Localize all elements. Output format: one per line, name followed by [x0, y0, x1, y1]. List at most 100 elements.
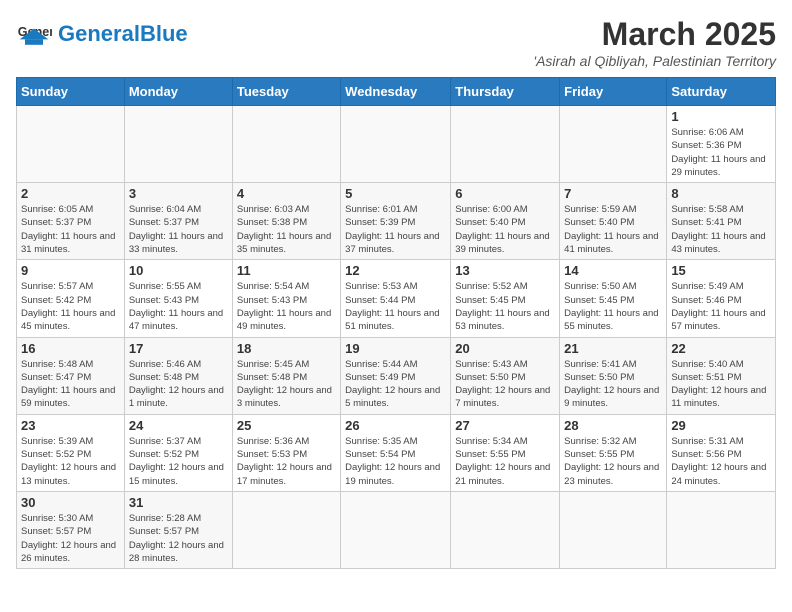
- day-info: Sunrise: 5:32 AM Sunset: 5:55 PM Dayligh…: [564, 435, 662, 488]
- day-cell: [232, 106, 340, 183]
- day-cell: [451, 491, 560, 568]
- day-cell: 31 Sunrise: 5:28 AM Sunset: 5:57 PM Dayli…: [124, 491, 232, 568]
- day-cell: [232, 491, 340, 568]
- day-cell: 26 Sunrise: 5:35 AM Sunset: 5:54 PM Dayli…: [341, 414, 451, 491]
- page-header: General GeneralBlue March 2025 'Asirah a…: [16, 16, 776, 69]
- day-info: Sunrise: 5:34 AM Sunset: 5:55 PM Dayligh…: [455, 435, 555, 488]
- week-row-5: 23 Sunrise: 5:39 AM Sunset: 5:52 PM Dayli…: [17, 414, 776, 491]
- day-info: Sunrise: 5:58 AM Sunset: 5:41 PM Dayligh…: [671, 203, 771, 256]
- day-info: Sunrise: 5:41 AM Sunset: 5:50 PM Dayligh…: [564, 358, 662, 411]
- day-cell: 10 Sunrise: 5:55 AM Sunset: 5:43 PM Dayli…: [124, 260, 232, 337]
- day-number: 5: [345, 186, 446, 201]
- logo-text: GeneralBlue: [58, 23, 188, 45]
- week-row-3: 9Sunrise: 5:57 AM Sunset: 5:42 PM Daylig…: [17, 260, 776, 337]
- day-info: Sunrise: 5:39 AM Sunset: 5:52 PM Dayligh…: [21, 435, 120, 488]
- day-number: 18: [237, 341, 336, 356]
- day-cell: 7Sunrise: 5:59 AM Sunset: 5:40 PM Daylig…: [560, 183, 667, 260]
- day-info: Sunrise: 5:53 AM Sunset: 5:44 PM Dayligh…: [345, 280, 446, 333]
- day-cell: [667, 491, 776, 568]
- day-number: 2: [21, 186, 120, 201]
- day-info: Sunrise: 5:36 AM Sunset: 5:53 PM Dayligh…: [237, 435, 336, 488]
- day-cell: 25Sunrise: 5:36 AM Sunset: 5:53 PM Dayli…: [232, 414, 340, 491]
- week-row-4: 16Sunrise: 5:48 AM Sunset: 5:47 PM Dayli…: [17, 337, 776, 414]
- day-number: 28: [564, 418, 662, 433]
- day-info: Sunrise: 5:37 AM Sunset: 5:52 PM Dayligh…: [129, 435, 228, 488]
- day-cell: 15 Sunrise: 5:49 AM Sunset: 5:46 PM Dayli…: [667, 260, 776, 337]
- title-area: March 2025 'Asirah al Qibliyah, Palestin…: [533, 16, 776, 69]
- day-number: 27: [455, 418, 555, 433]
- day-number: 19: [345, 341, 446, 356]
- day-info: Sunrise: 5:52 AM Sunset: 5:45 PM Dayligh…: [455, 280, 555, 333]
- week-row-2: 2Sunrise: 6:05 AM Sunset: 5:37 PM Daylig…: [17, 183, 776, 260]
- day-cell: 9Sunrise: 5:57 AM Sunset: 5:42 PM Daylig…: [17, 260, 125, 337]
- day-cell: 30Sunrise: 5:30 AM Sunset: 5:57 PM Dayli…: [17, 491, 125, 568]
- day-info: Sunrise: 5:57 AM Sunset: 5:42 PM Dayligh…: [21, 280, 120, 333]
- day-info: Sunrise: 5:49 AM Sunset: 5:46 PM Dayligh…: [671, 280, 771, 333]
- day-cell: [560, 106, 667, 183]
- day-info: Sunrise: 6:04 AM Sunset: 5:37 PM Dayligh…: [129, 203, 228, 256]
- day-number: 24: [129, 418, 228, 433]
- day-info: Sunrise: 5:55 AM Sunset: 5:43 PM Dayligh…: [129, 280, 228, 333]
- day-cell: [341, 106, 451, 183]
- weekday-friday: Friday: [560, 78, 667, 106]
- day-cell: [451, 106, 560, 183]
- weekday-header-row: SundayMondayTuesdayWednesdayThursdayFrid…: [17, 78, 776, 106]
- day-number: 7: [564, 186, 662, 201]
- day-cell: 3Sunrise: 6:04 AM Sunset: 5:37 PM Daylig…: [124, 183, 232, 260]
- logo-blue: Blue: [140, 21, 188, 46]
- day-cell: 11Sunrise: 5:54 AM Sunset: 5:43 PM Dayli…: [232, 260, 340, 337]
- day-cell: 14 Sunrise: 5:50 AM Sunset: 5:45 PM Dayli…: [560, 260, 667, 337]
- day-cell: 29Sunrise: 5:31 AM Sunset: 5:56 PM Dayli…: [667, 414, 776, 491]
- logo: General GeneralBlue: [16, 16, 188, 52]
- day-info: Sunrise: 5:45 AM Sunset: 5:48 PM Dayligh…: [237, 358, 336, 411]
- day-cell: 18 Sunrise: 5:45 AM Sunset: 5:48 PM Dayli…: [232, 337, 340, 414]
- day-cell: 12 Sunrise: 5:53 AM Sunset: 5:44 PM Dayli…: [341, 260, 451, 337]
- day-cell: 8Sunrise: 5:58 AM Sunset: 5:41 PM Daylig…: [667, 183, 776, 260]
- day-cell: [560, 491, 667, 568]
- day-number: 14: [564, 263, 662, 278]
- day-number: 16: [21, 341, 120, 356]
- day-cell: 24 Sunrise: 5:37 AM Sunset: 5:52 PM Dayli…: [124, 414, 232, 491]
- day-info: Sunrise: 5:43 AM Sunset: 5:50 PM Dayligh…: [455, 358, 555, 411]
- weekday-wednesday: Wednesday: [341, 78, 451, 106]
- day-number: 10: [129, 263, 228, 278]
- day-info: Sunrise: 6:00 AM Sunset: 5:40 PM Dayligh…: [455, 203, 555, 256]
- weekday-thursday: Thursday: [451, 78, 560, 106]
- day-cell: 19Sunrise: 5:44 AM Sunset: 5:49 PM Dayli…: [341, 337, 451, 414]
- day-number: 15: [671, 263, 771, 278]
- day-cell: 4Sunrise: 6:03 AM Sunset: 5:38 PM Daylig…: [232, 183, 340, 260]
- day-info: Sunrise: 5:35 AM Sunset: 5:54 PM Dayligh…: [345, 435, 446, 488]
- calendar: SundayMondayTuesdayWednesdayThursdayFrid…: [16, 77, 776, 569]
- day-number: 11: [237, 263, 336, 278]
- day-number: 21: [564, 341, 662, 356]
- day-cell: 16Sunrise: 5:48 AM Sunset: 5:47 PM Dayli…: [17, 337, 125, 414]
- day-info: Sunrise: 5:46 AM Sunset: 5:48 PM Dayligh…: [129, 358, 228, 411]
- day-number: 1: [671, 109, 771, 124]
- day-info: Sunrise: 5:40 AM Sunset: 5:51 PM Dayligh…: [671, 358, 771, 411]
- day-number: 13: [455, 263, 555, 278]
- day-cell: 1Sunrise: 6:06 AM Sunset: 5:36 PM Daylig…: [667, 106, 776, 183]
- weekday-tuesday: Tuesday: [232, 78, 340, 106]
- logo-icon: General: [16, 16, 52, 52]
- day-cell: 13 Sunrise: 5:52 AM Sunset: 5:45 PM Dayli…: [451, 260, 560, 337]
- day-info: Sunrise: 5:50 AM Sunset: 5:45 PM Dayligh…: [564, 280, 662, 333]
- day-number: 30: [21, 495, 120, 510]
- day-number: 12: [345, 263, 446, 278]
- day-info: Sunrise: 5:31 AM Sunset: 5:56 PM Dayligh…: [671, 435, 771, 488]
- day-number: 17: [129, 341, 228, 356]
- day-info: Sunrise: 5:28 AM Sunset: 5:57 PM Dayligh…: [129, 512, 228, 565]
- day-cell: 2Sunrise: 6:05 AM Sunset: 5:37 PM Daylig…: [17, 183, 125, 260]
- day-cell: 17 Sunrise: 5:46 AM Sunset: 5:48 PM Dayli…: [124, 337, 232, 414]
- week-row-1: 1Sunrise: 6:06 AM Sunset: 5:36 PM Daylig…: [17, 106, 776, 183]
- day-number: 31: [129, 495, 228, 510]
- day-number: 23: [21, 418, 120, 433]
- day-info: Sunrise: 6:03 AM Sunset: 5:38 PM Dayligh…: [237, 203, 336, 256]
- weekday-saturday: Saturday: [667, 78, 776, 106]
- day-cell: 22Sunrise: 5:40 AM Sunset: 5:51 PM Dayli…: [667, 337, 776, 414]
- day-number: 26: [345, 418, 446, 433]
- day-number: 20: [455, 341, 555, 356]
- day-cell: [17, 106, 125, 183]
- day-cell: 28 Sunrise: 5:32 AM Sunset: 5:55 PM Dayli…: [560, 414, 667, 491]
- day-cell: 23 Sunrise: 5:39 AM Sunset: 5:52 PM Dayli…: [17, 414, 125, 491]
- day-cell: [124, 106, 232, 183]
